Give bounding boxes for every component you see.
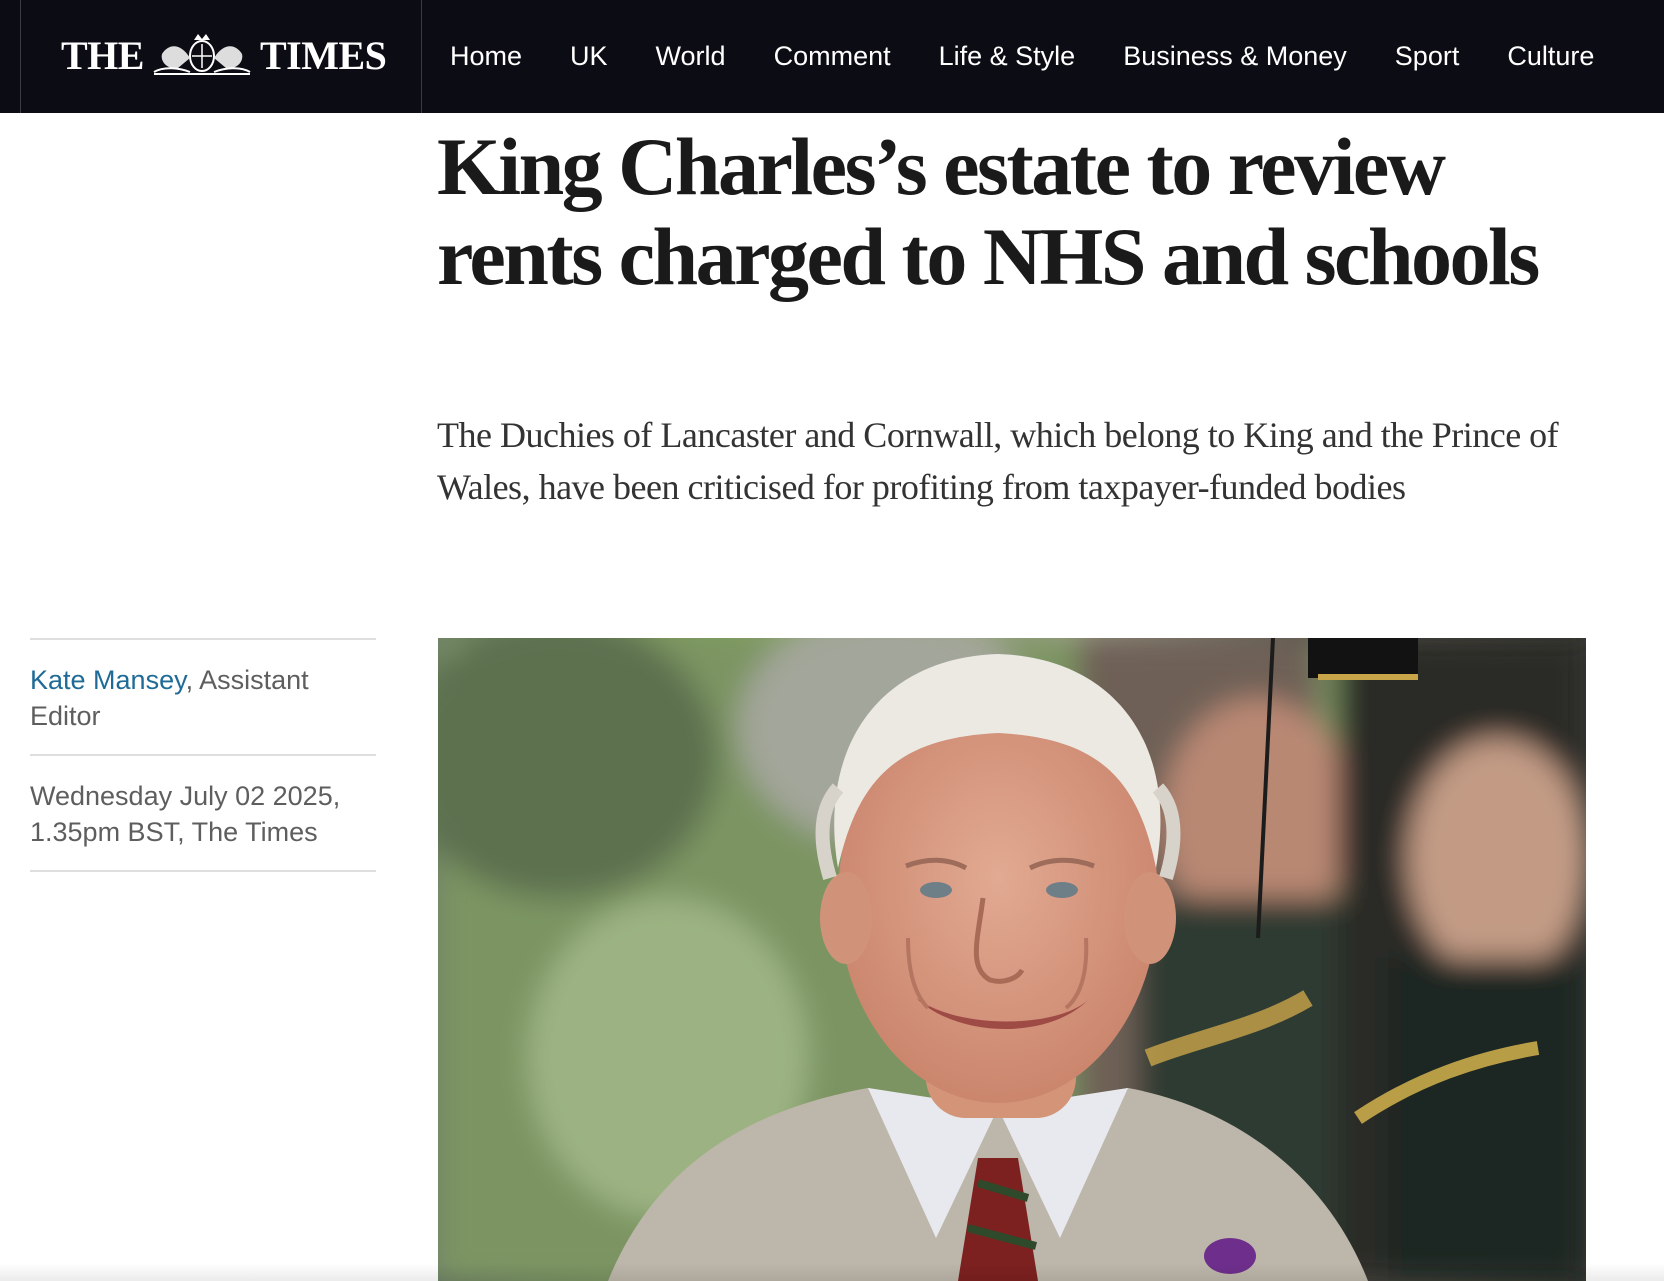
logo-text-the: THE	[61, 32, 144, 78]
main-nav: Home UK World Comment Life & Style Busin…	[426, 0, 1618, 113]
nav-item-home[interactable]: Home	[450, 41, 522, 72]
nav-item-uk[interactable]: UK	[570, 41, 608, 72]
nav-item-business-money[interactable]: Business & Money	[1123, 41, 1347, 72]
article-meta: Kate Mansey, Assistant Editor Wednesday …	[30, 638, 376, 872]
nav-item-comment[interactable]: Comment	[774, 41, 891, 72]
article-lead-image[interactable]	[438, 638, 1586, 1281]
royal-crest-icon	[153, 34, 251, 75]
the-times-logo[interactable]: THE TIMES	[61, 30, 387, 80]
page-bottom-edge	[0, 1263, 1664, 1281]
nav-item-life-style[interactable]: Life & Style	[939, 41, 1076, 72]
article-headline: King Charles’s estate to review rents ch…	[437, 121, 1540, 302]
article-standfirst: The Duchies of Lancaster and Cornwall, w…	[437, 415, 1559, 507]
logo-text-times: TIMES	[259, 32, 387, 78]
author-link[interactable]: Kate Mansey	[30, 665, 186, 695]
dateline: Wednesday July 02 2025, 1.35pm BST, The …	[30, 754, 376, 872]
byline: Kate Mansey, Assistant Editor	[30, 638, 376, 754]
logo-container[interactable]: THE TIMES	[20, 0, 422, 113]
nav-item-world[interactable]: World	[656, 41, 726, 72]
king-charles-photo-illustration	[438, 638, 1586, 1281]
nav-item-sport[interactable]: Sport	[1395, 41, 1460, 72]
nav-item-culture[interactable]: Culture	[1507, 41, 1594, 72]
top-navigation-bar: THE TIMES Home UK World Comment Life & S…	[0, 0, 1664, 113]
